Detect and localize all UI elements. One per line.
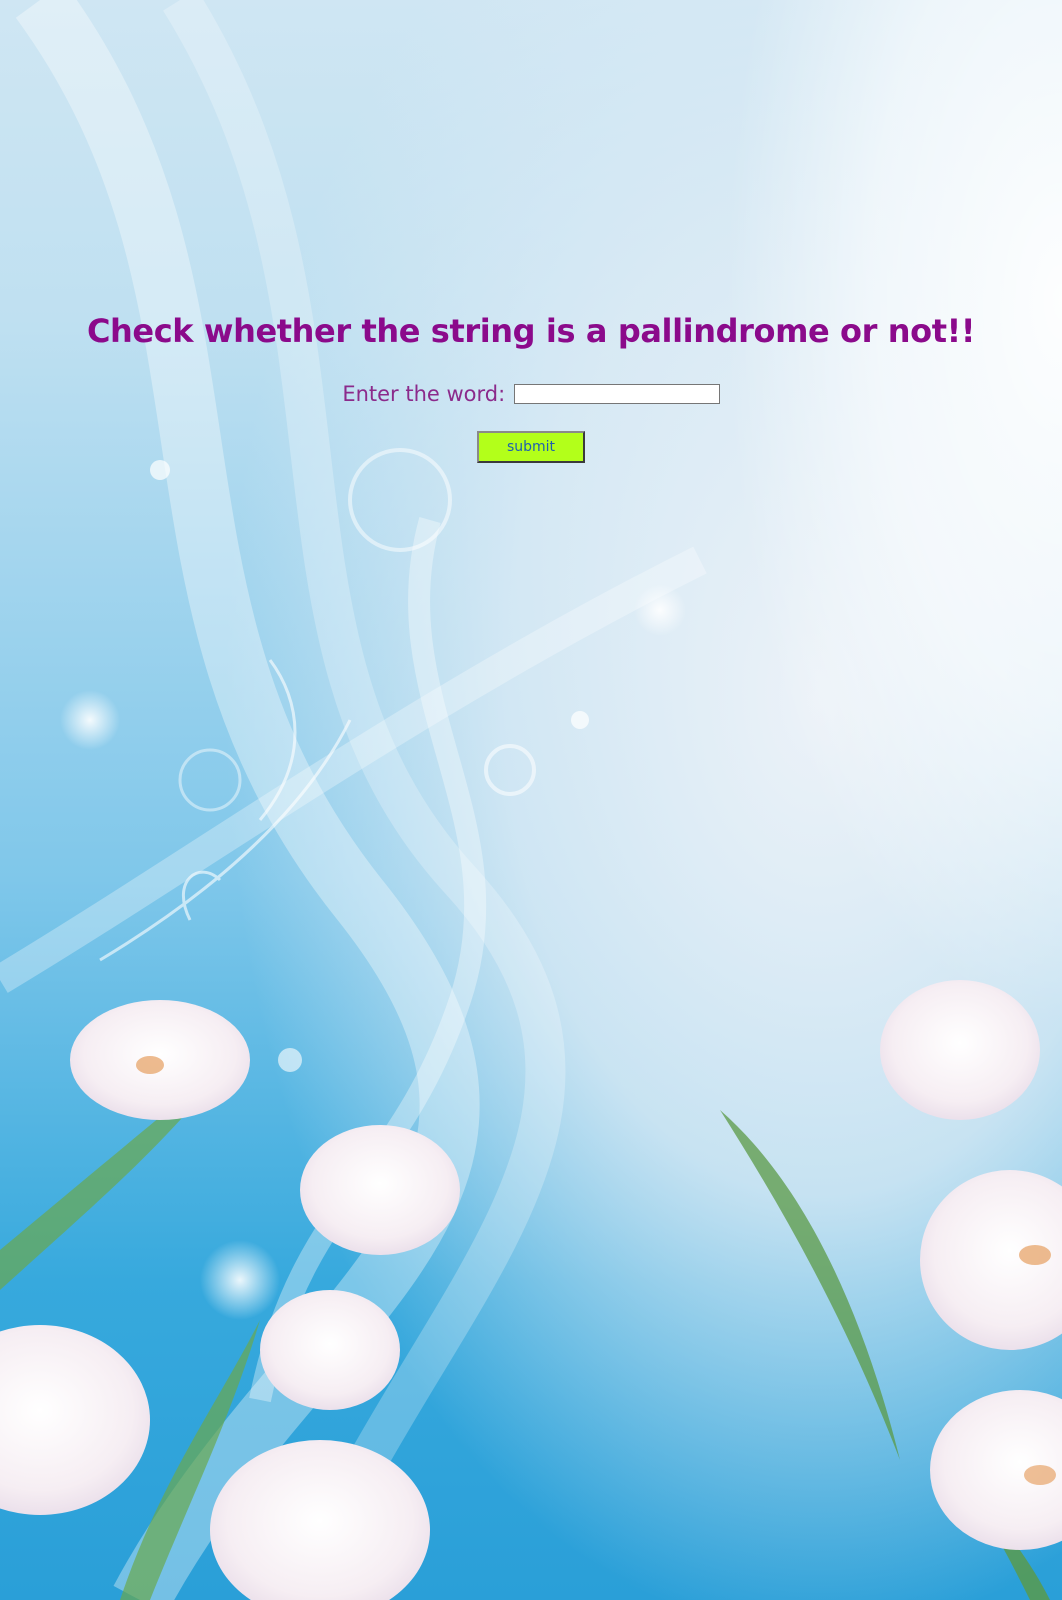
floral-decoration xyxy=(0,0,1062,1600)
submit-row: submit xyxy=(0,431,1062,463)
word-form-row: Enter the word: xyxy=(0,382,1062,406)
word-input[interactable] xyxy=(513,384,720,404)
submit-button[interactable]: submit xyxy=(477,431,585,463)
word-label: Enter the word: xyxy=(342,382,506,406)
page-title: Check whether the string is a pallindrom… xyxy=(86,312,976,350)
floral-background-image xyxy=(0,0,1062,1600)
